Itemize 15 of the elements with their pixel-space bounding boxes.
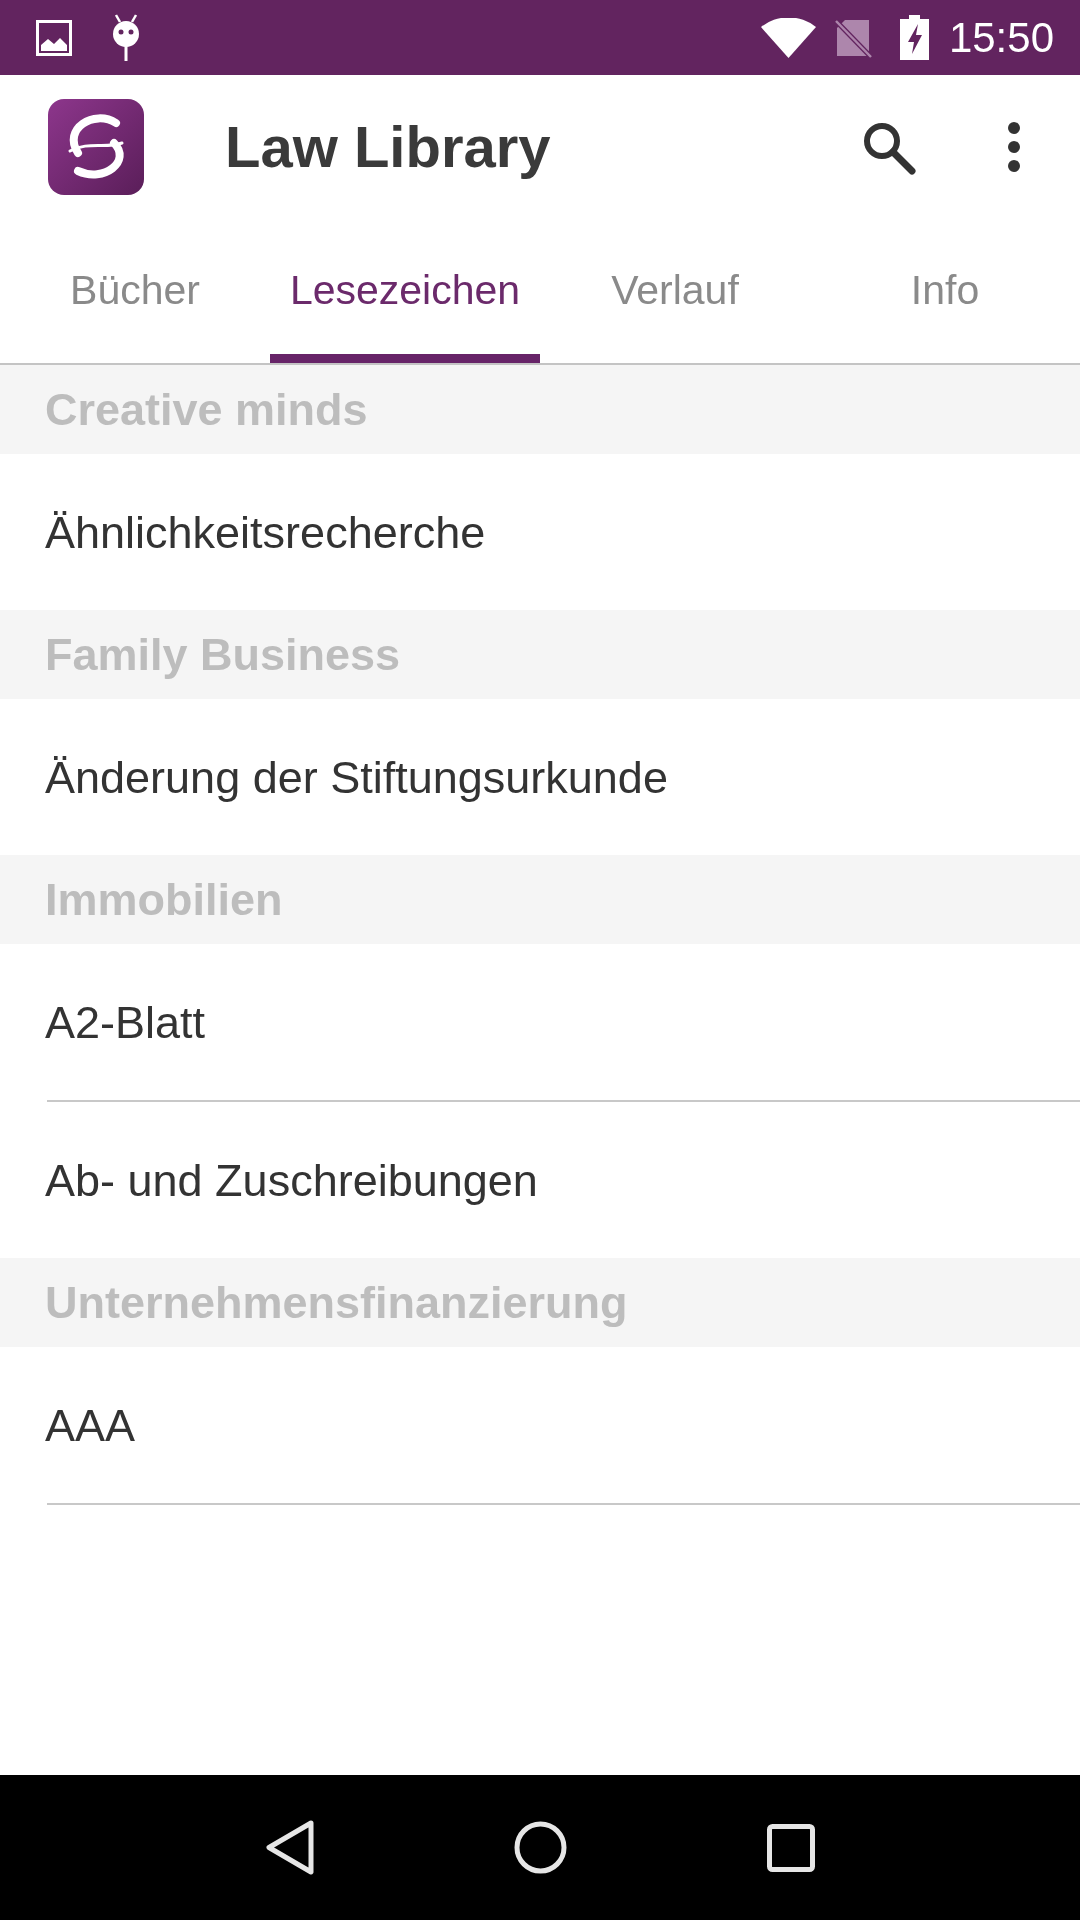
section-header: Unternehmensfinanzierung <box>0 1258 1080 1347</box>
robot-icon <box>110 14 142 61</box>
battery-charging-icon <box>899 15 929 60</box>
status-time: 15:50 <box>948 16 1054 59</box>
recent-apps-icon[interactable] <box>767 1823 816 1872</box>
wifi-icon <box>760 17 816 58</box>
section-header: Creative minds <box>0 365 1080 454</box>
back-icon[interactable] <box>264 1819 315 1876</box>
image-icon <box>36 19 72 56</box>
more-options-icon[interactable] <box>1007 122 1021 172</box>
no-sim-icon <box>832 17 873 58</box>
section-header: Immobilien <box>0 855 1080 944</box>
section-header: Family Business <box>0 610 1080 699</box>
home-icon[interactable] <box>514 1821 568 1874</box>
app-logo-icon <box>48 99 144 195</box>
